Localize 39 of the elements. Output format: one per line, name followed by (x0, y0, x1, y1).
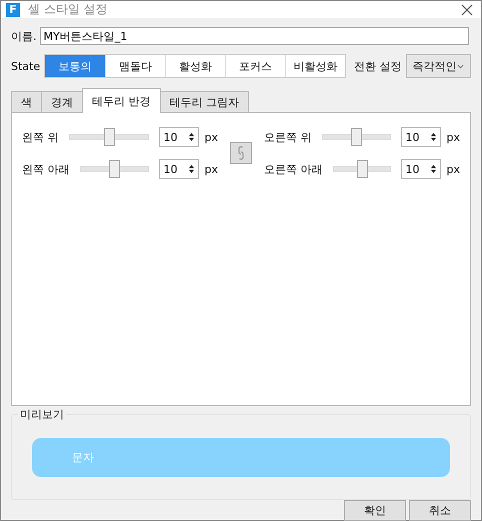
spin-arrows-icon (188, 164, 194, 174)
dialog-button[interactable]: 취소 (409, 500, 471, 521)
tab[interactable]: 경계 (41, 91, 83, 113)
spin-arrows-icon (430, 164, 436, 174)
number-field[interactable]: 10 (400, 159, 440, 179)
unit-label: px (446, 162, 460, 176)
tab[interactable]: 색 (11, 91, 42, 113)
tab[interactable]: 테두리 그림자 (160, 91, 249, 113)
chevron-icon (457, 64, 464, 68)
slider-thumb[interactable] (351, 128, 362, 146)
corner-label: 왼쪽 위 (22, 130, 58, 144)
spin-arrows-icon (188, 132, 194, 142)
transition-dropdown[interactable]: 즉각적인 (406, 54, 471, 78)
corner-label: 오른쪽 아래 (264, 162, 322, 176)
dialog-button[interactable]: 확인 (344, 500, 406, 521)
name-field[interactable]: MY버튼스타일_1 (40, 27, 469, 45)
link-button[interactable] (230, 142, 252, 164)
slider-thumb[interactable] (356, 160, 368, 178)
number-field[interactable]: 10 (400, 127, 440, 147)
state-label: State (11, 60, 40, 72)
transition-label: 전환 설정 (354, 58, 402, 74)
state-option[interactable]: 보통의 (45, 55, 106, 77)
corner-label: 왼쪽 아래 (22, 162, 70, 176)
app-icon: F (6, 2, 20, 16)
unit-label: px (446, 130, 460, 144)
window-title: 셀 스타일 설정 (28, 1, 109, 18)
spin-arrows-icon (430, 132, 436, 142)
group-title: 미리보기 (18, 407, 66, 422)
slider-thumb[interactable] (109, 160, 120, 178)
chain-link-icon (237, 145, 245, 161)
number-field[interactable]: 10 (158, 127, 198, 147)
corner-label: 오른쪽 위 (264, 130, 312, 144)
number-field[interactable]: 10 (158, 159, 198, 179)
name-label: 이름. (11, 28, 36, 44)
close-icon[interactable] (461, 4, 473, 16)
unit-label: px (204, 130, 218, 144)
unit-label: px (204, 162, 218, 176)
slider-thumb[interactable] (104, 128, 114, 146)
tab[interactable]: 테두리 반경 (82, 88, 160, 113)
